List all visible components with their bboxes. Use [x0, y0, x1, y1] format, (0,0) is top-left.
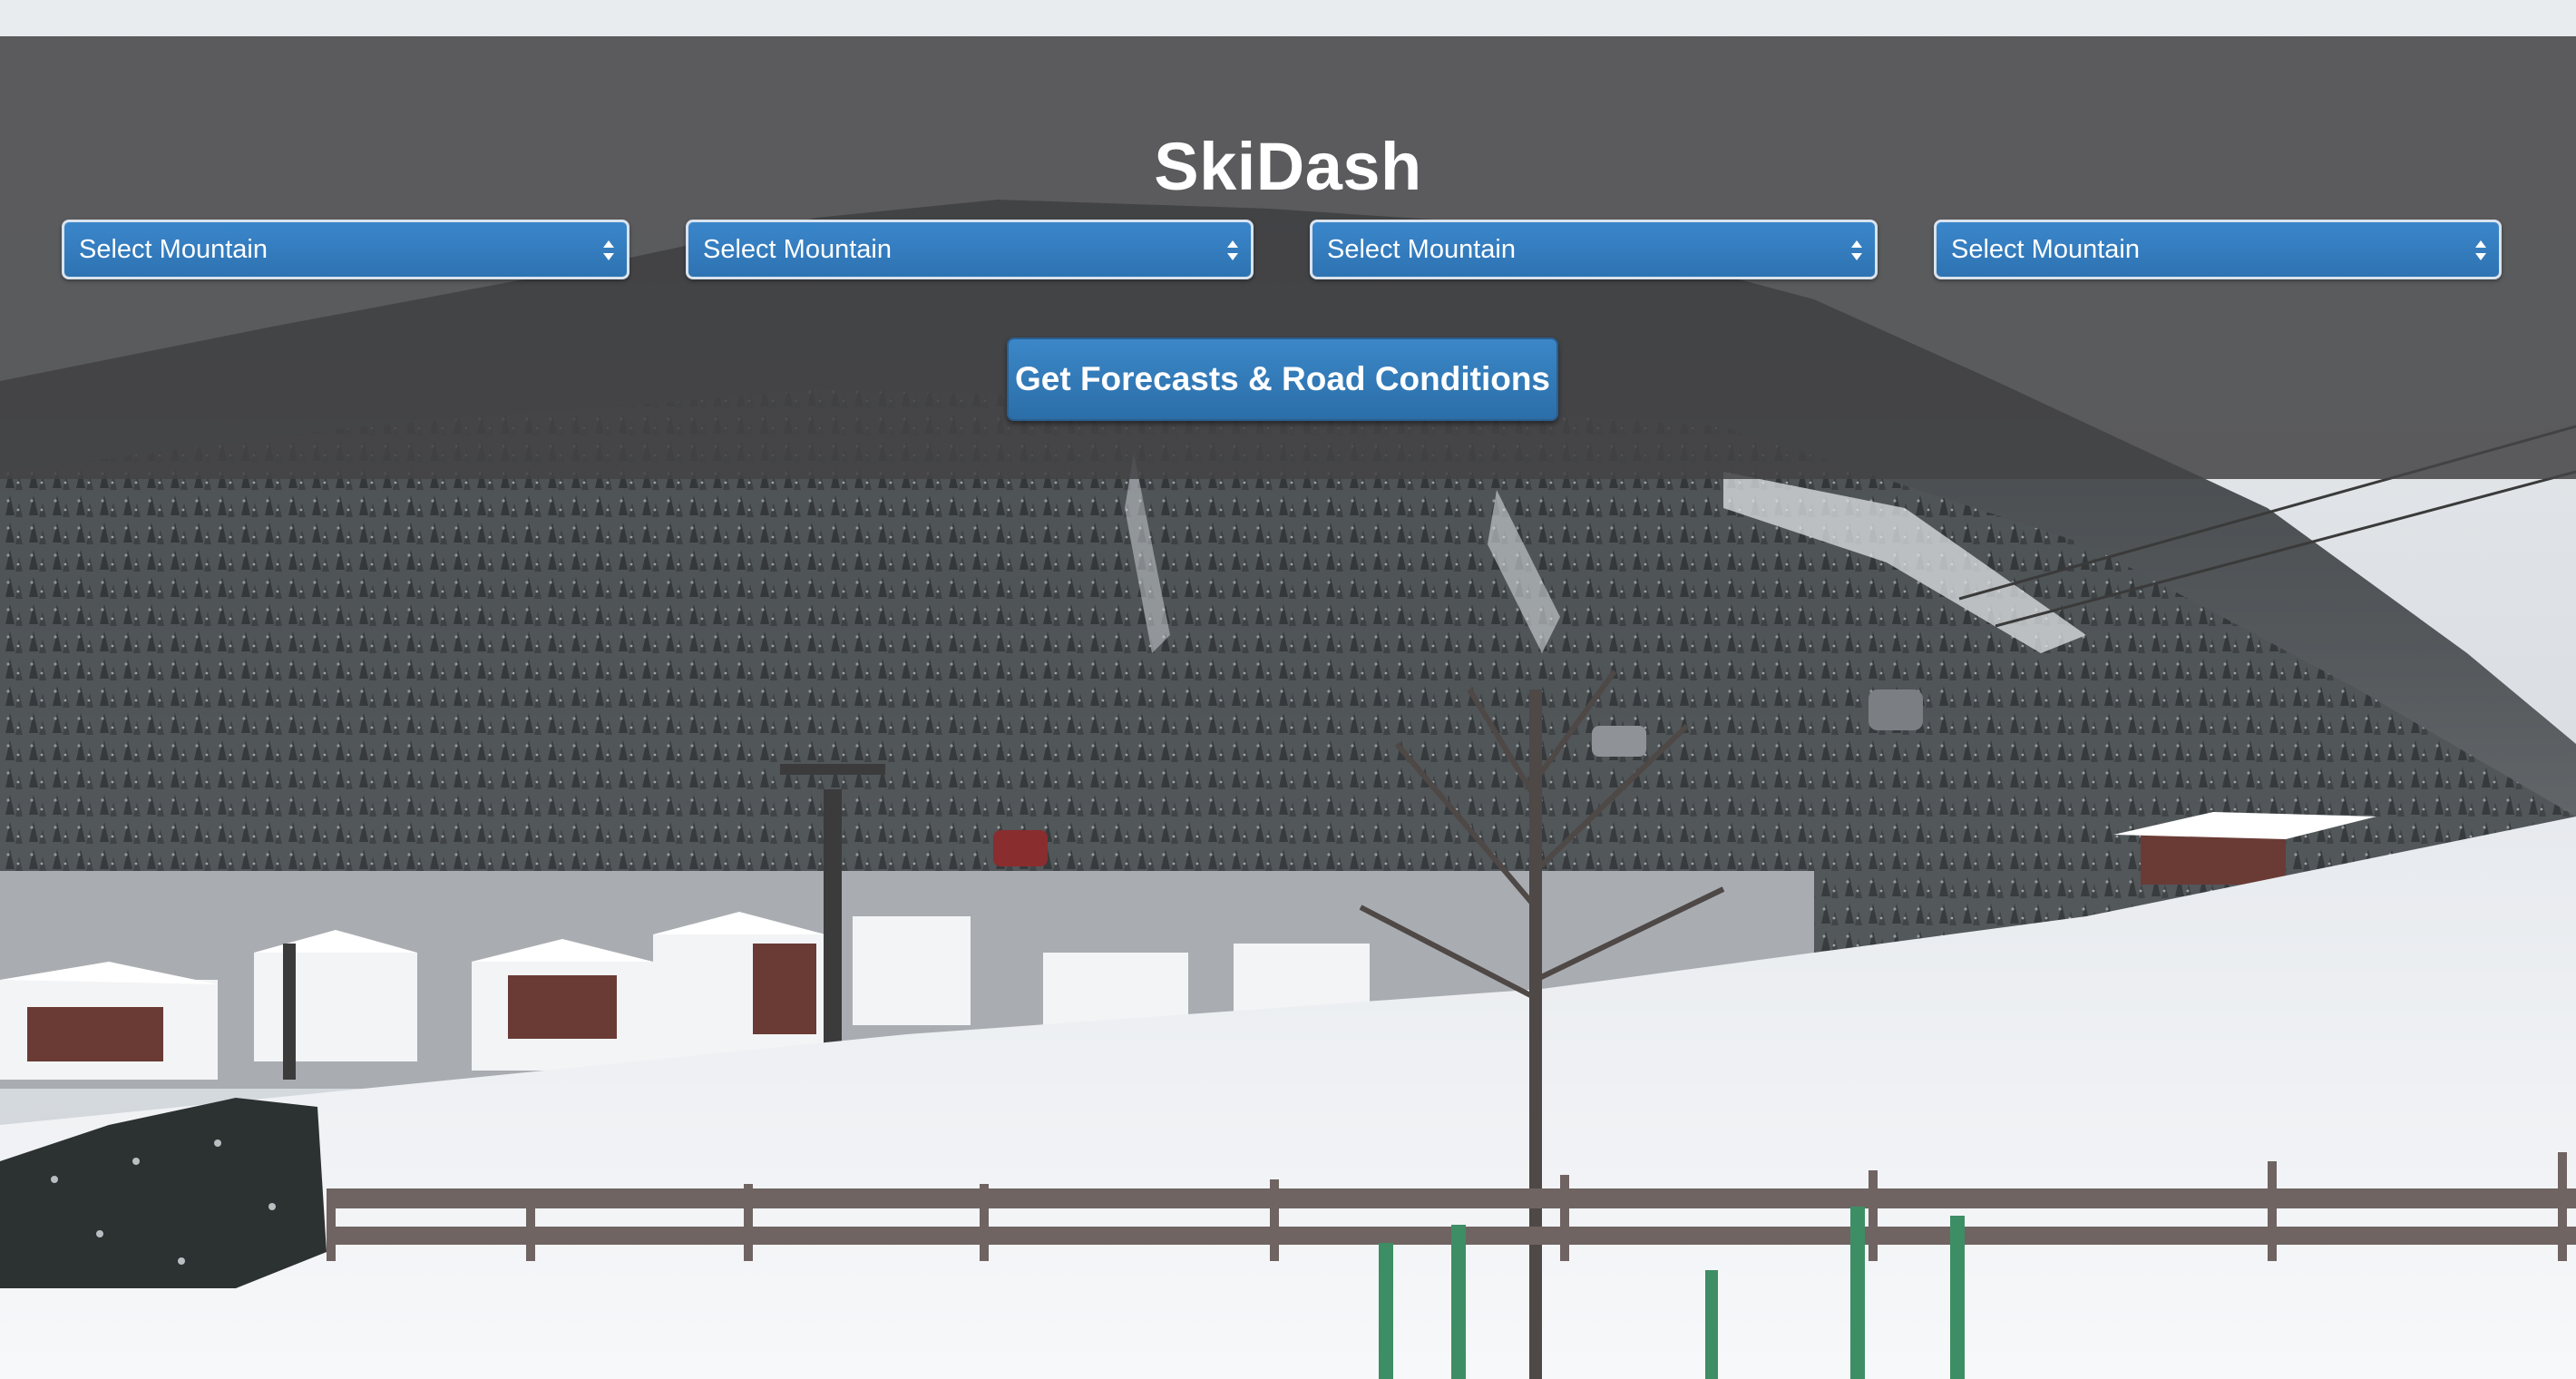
- mountain-select-4[interactable]: Select Mountain: [1934, 220, 2502, 279]
- up-down-chevron-icon: [603, 240, 614, 260]
- skidash-page: SkiDash Select Mountain Select Mountain …: [0, 0, 2576, 1379]
- up-down-chevron-icon: [2475, 240, 2486, 260]
- get-forecasts-button[interactable]: Get Forecasts & Road Conditions: [1007, 337, 1558, 421]
- mountain-select-1-value: Select Mountain: [79, 235, 268, 264]
- mountain-select-1[interactable]: Select Mountain: [62, 220, 629, 279]
- mountain-select-2[interactable]: Select Mountain: [686, 220, 1254, 279]
- mountain-select-4-value: Select Mountain: [1951, 235, 2140, 264]
- mountain-select-3-value: Select Mountain: [1327, 235, 1516, 264]
- up-down-chevron-icon: [1227, 240, 1238, 260]
- mountain-select-3[interactable]: Select Mountain: [1310, 220, 1878, 279]
- app-title: SkiDash: [1154, 129, 1422, 204]
- mountain-select-2-value: Select Mountain: [703, 235, 892, 264]
- up-down-chevron-icon: [1851, 240, 1862, 260]
